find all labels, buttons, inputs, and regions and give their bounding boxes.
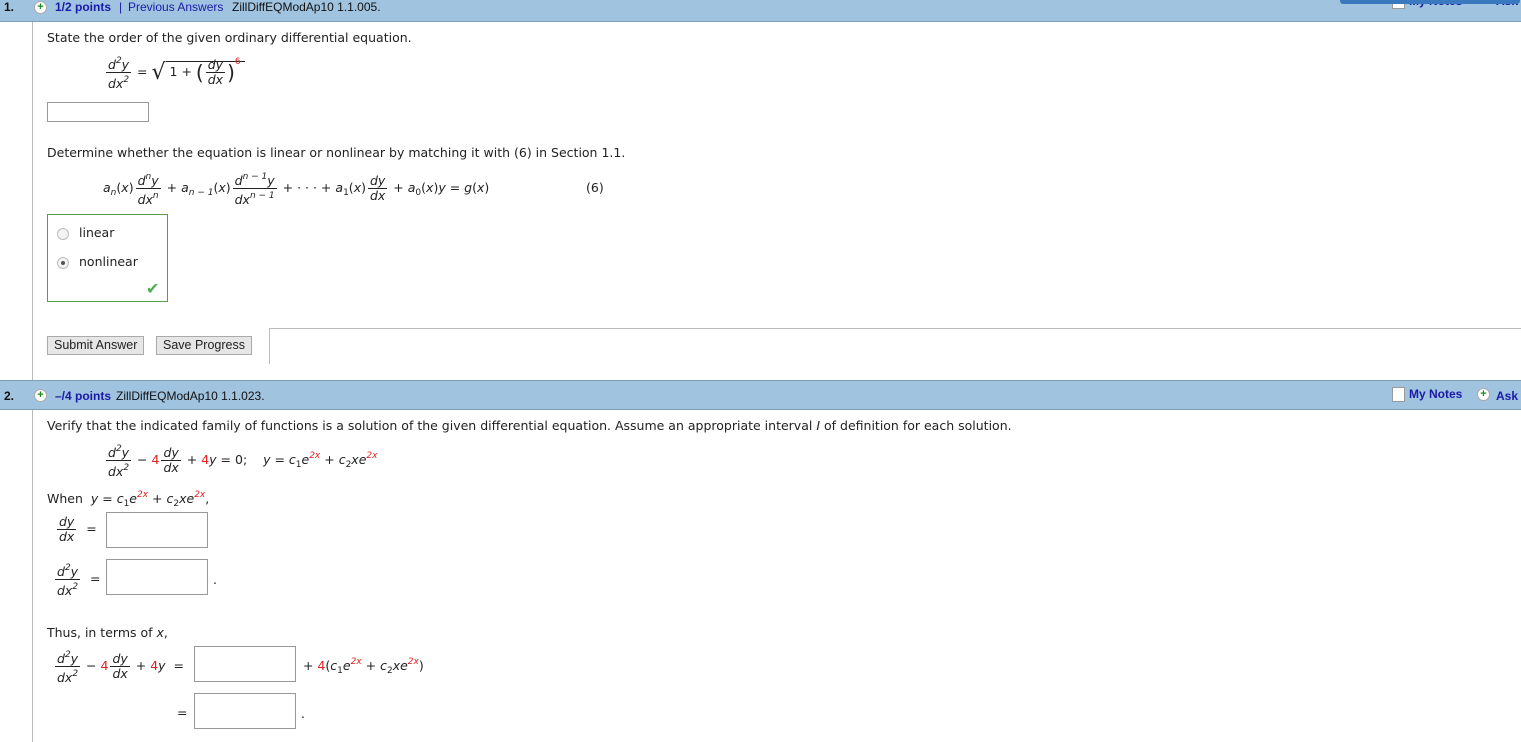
separator: | [119, 0, 123, 14]
expression-input[interactable] [194, 646, 296, 682]
option-label: nonlinear [79, 254, 138, 269]
thus-text: Thus, in terms of x, [47, 625, 168, 640]
q2-prompt: Verify that the indicated family of func… [47, 418, 1012, 433]
rhs-expression: + 4(c1e2x + c2xe2x) [303, 657, 424, 676]
question-code: ZillDiffEQModAp10 1.1.023. [116, 389, 265, 403]
thus-label: Thus, in terms of [47, 625, 153, 640]
equation-label: (6) [586, 180, 604, 195]
period: . [213, 572, 217, 587]
dropdown-overlay [1340, 0, 1520, 4]
question-2-header: 2. + –/4 points ZillDiffEQModAp10 1.1.02… [0, 380, 1521, 410]
option-linear[interactable]: linear [57, 225, 114, 240]
my-notes-button[interactable]: My Notes [1392, 387, 1463, 403]
general-linear-equation: an(x) dny dxn + an − 1(x) dn − 1y dxn − 1 + … [103, 172, 490, 207]
option-nonlinear[interactable]: nonlinear [57, 254, 138, 269]
question-number: 1. [4, 0, 15, 14]
ask-icon[interactable]: + [1477, 388, 1490, 401]
radio-linear[interactable] [57, 227, 69, 240]
dy-dx-input[interactable] [106, 512, 208, 548]
ask-button[interactable]: Ask [1496, 389, 1518, 403]
divider [270, 328, 1521, 329]
divider [32, 22, 33, 380]
my-notes-label: My Notes [1409, 387, 1463, 401]
prompt-text: Verify that the indicated family of func… [47, 418, 813, 433]
d2y-dx2-input[interactable] [106, 559, 208, 595]
previous-answers-link[interactable]: Previous Answers [128, 0, 223, 14]
submit-answer-button[interactable]: Submit Answer [47, 336, 145, 355]
question-1-header: 1. + 1/2 points | Previous Answers ZillD… [0, 0, 1521, 22]
q1-prompt2: Determine whether the equation is linear… [47, 145, 626, 160]
when-text: When y = c1e2x + c2xe2x, [47, 490, 210, 509]
q2-equation: d2y dx2 − 4 dy dx + 4y = 0; y = c1e2x + c2x… [106, 444, 378, 479]
order-input[interactable] [47, 102, 149, 122]
period: . [301, 706, 305, 721]
divider [32, 410, 33, 742]
equals: = [177, 705, 188, 720]
expand-icon[interactable]: + [34, 1, 47, 14]
simplified-input[interactable] [194, 693, 296, 729]
question-code: ZillDiffEQModAp10 1.1.005. [232, 0, 381, 14]
d2y-dx2-label: d2y dx2 = [55, 563, 101, 598]
divider [269, 328, 270, 364]
dy-dx-label: dy dx = [57, 514, 97, 544]
answer-options: linear nonlinear ✔ [47, 214, 168, 302]
q1-equation: d2y dx2 = √ 1 + (dy dx)6 [104, 54, 245, 91]
save-progress-button[interactable]: Save Progress [156, 336, 252, 355]
points: –/4 points [55, 389, 112, 403]
points: 1/2 points [55, 0, 112, 14]
when-label: When [47, 491, 83, 506]
checkmark-icon: ✔ [146, 279, 160, 298]
expand-icon[interactable]: + [34, 389, 47, 402]
prompt-end: of definition for each solution. [824, 418, 1012, 433]
radio-nonlinear[interactable] [57, 256, 69, 269]
option-label: linear [79, 225, 115, 240]
lhs-expression: d2y dx2 − 4 dy dx + 4y = [55, 650, 184, 685]
notes-icon [1392, 387, 1405, 403]
prompt-var: I [816, 418, 821, 433]
q1-prompt: State the order of the given ordinary di… [47, 30, 412, 45]
question-number: 2. [4, 389, 15, 403]
